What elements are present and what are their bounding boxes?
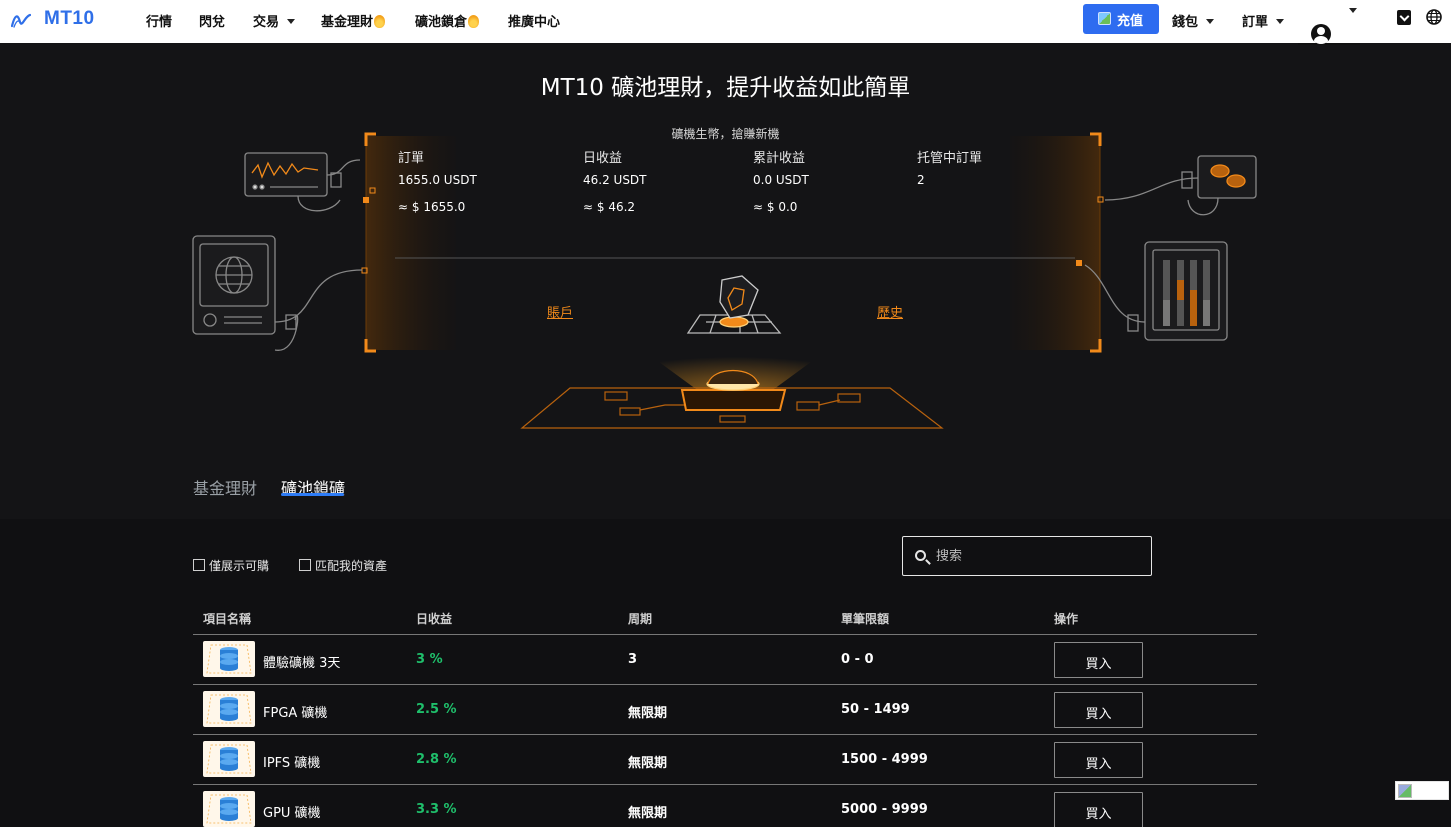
nav-item-mining-pool[interactable]: 礦池鎖倉	[415, 11, 480, 30]
nav-orders[interactable]: 訂單	[1242, 11, 1285, 30]
nav-item-fund-label: 基金理財	[321, 15, 374, 30]
order-limit: 5000 - 9999	[841, 802, 928, 817]
buy-button[interactable]: 買入	[1054, 692, 1143, 728]
table-row: IPFS 礦機 2.8 % 無限期 1500 - 4999 買入	[193, 735, 1257, 785]
stat-total-usd: ≈ $ 0.0	[753, 200, 798, 214]
account-link[interactable]: 賬戶	[547, 302, 573, 321]
miner-thumbnail	[203, 791, 255, 827]
stat-daily-label: 日收益	[583, 151, 623, 166]
period: 無限期	[628, 756, 668, 771]
daily-rate: 2.5 %	[416, 702, 457, 717]
tab-fund[interactable]: 基金理財	[193, 475, 257, 499]
miner-thumbnail	[203, 741, 255, 777]
period: 無限期	[628, 806, 668, 821]
chevron-down-icon	[287, 19, 296, 24]
database-icon	[206, 694, 252, 724]
nav-item-swap[interactable]: 閃兌	[199, 11, 225, 30]
chevron-down-icon	[1349, 8, 1357, 13]
period: 3	[628, 652, 638, 667]
hero-illustration	[192, 132, 1257, 429]
stat-orders-usd: ≈ $ 1655.0	[398, 200, 466, 214]
checkbox-icon	[299, 559, 311, 571]
right-glow-panel	[1010, 136, 1100, 350]
order-limit: 0 - 0	[841, 652, 874, 667]
chevron-down-icon	[1276, 19, 1285, 24]
daily-rate: 2.8 %	[416, 752, 457, 767]
search-input[interactable]	[936, 546, 1136, 566]
hero-title: MT10 礦池理財，提升收益如此簡單	[540, 75, 911, 101]
chevron-down-icon	[1206, 19, 1215, 24]
col-header-limit: 單筆限額	[841, 612, 890, 626]
nav-item-referral[interactable]: 推廣中心	[508, 11, 560, 30]
left-glow-panel	[366, 136, 456, 350]
miner-name: GPU 礦機	[263, 806, 321, 821]
buy-button[interactable]: 買入	[1054, 792, 1143, 827]
match-assets-label: 匹配我的資產	[315, 559, 388, 573]
brand-name[interactable]: MT10	[44, 8, 95, 30]
nav-wallet-label: 錢包	[1172, 15, 1199, 30]
checkbox-icon	[193, 559, 205, 571]
miner-name: FPGA 礦機	[263, 706, 328, 721]
user-menu[interactable]	[1298, 8, 1360, 45]
stat-daily-value: 46.2 USDT	[583, 173, 647, 187]
nav-item-fund[interactable]: 基金理財	[321, 11, 386, 30]
nav-item-mining-pool-label: 礦池鎖倉	[415, 15, 468, 30]
recharge-button[interactable]: 充值	[1083, 4, 1159, 34]
top-nav: MT10 行情 閃兌 交易 基金理財 礦池鎖倉 推廣中心 充值 錢包 訂單	[0, 0, 1451, 45]
table-row: FPGA 礦機 2.5 % 無限期 50 - 1499 買入	[193, 685, 1257, 735]
stat-orders-value: 1655.0 USDT	[398, 173, 477, 187]
table-row: GPU 礦機 3.3 % 無限期 5000 - 9999 買入	[193, 785, 1257, 827]
miner-name: 體驗礦機 3天	[263, 656, 341, 671]
hot-icon	[468, 15, 480, 28]
recharge-label: 充值	[1117, 14, 1144, 29]
active-tab-indicator	[281, 493, 344, 496]
col-header-period: 周期	[628, 612, 653, 626]
nav-item-trade-label: 交易	[253, 15, 280, 30]
daily-rate: 3.3 %	[416, 802, 457, 817]
globe-icon[interactable]	[1426, 9, 1442, 25]
only-buyable-label: 僅展示可購	[209, 559, 270, 573]
col-header-rate: 日收益	[416, 612, 453, 626]
search-box	[902, 536, 1152, 576]
miner-name: IPFS 礦機	[263, 756, 321, 771]
stat-hosted-label: 托管中訂單	[917, 151, 983, 166]
order-limit: 50 - 1499	[841, 702, 910, 717]
hot-icon	[374, 15, 386, 28]
user-avatar-icon	[1311, 24, 1331, 44]
daily-rate: 3 %	[416, 652, 443, 667]
database-icon	[206, 794, 252, 824]
buy-button[interactable]: 買入	[1054, 742, 1143, 778]
stat-daily-usd: ≈ $ 46.2	[583, 200, 636, 214]
nav-item-market[interactable]: 行情	[146, 11, 172, 30]
nav-wallet[interactable]: 錢包	[1172, 11, 1215, 30]
hero-subtitle: 礦機生幣，搶賺新機	[671, 127, 780, 141]
col-header-action: 操作	[1054, 612, 1079, 626]
stat-total-value: 0.0 USDT	[753, 173, 809, 187]
only-buyable-checkbox[interactable]: 僅展示可購	[193, 557, 269, 574]
database-icon	[206, 744, 252, 774]
stat-orders-label: 訂單	[398, 151, 425, 166]
period: 無限期	[628, 706, 668, 721]
stat-hosted-value: 2	[917, 173, 925, 187]
table-row: 體驗礦機 3天 3 % 3 0 - 0 買入	[193, 635, 1257, 685]
match-assets-checkbox[interactable]: 匹配我的資產	[299, 557, 387, 574]
database-icon	[206, 644, 252, 674]
broken-image-icon	[1098, 12, 1111, 25]
miner-thumbnail	[203, 641, 255, 677]
floating-widget-image[interactable]	[1395, 781, 1449, 800]
order-limit: 1500 - 4999	[841, 752, 928, 767]
nav-orders-label: 訂單	[1242, 15, 1269, 30]
stat-total-label: 累計收益	[753, 151, 806, 166]
miner-thumbnail	[203, 691, 255, 727]
logo-icon[interactable]	[11, 11, 31, 31]
history-link[interactable]: 歷史	[877, 302, 903, 321]
buy-button[interactable]: 買入	[1054, 642, 1143, 678]
nav-item-trade[interactable]: 交易	[253, 11, 296, 30]
download-icon[interactable]	[1397, 10, 1411, 25]
col-header-name: 項目名稱	[203, 612, 252, 626]
search-icon	[915, 550, 926, 561]
